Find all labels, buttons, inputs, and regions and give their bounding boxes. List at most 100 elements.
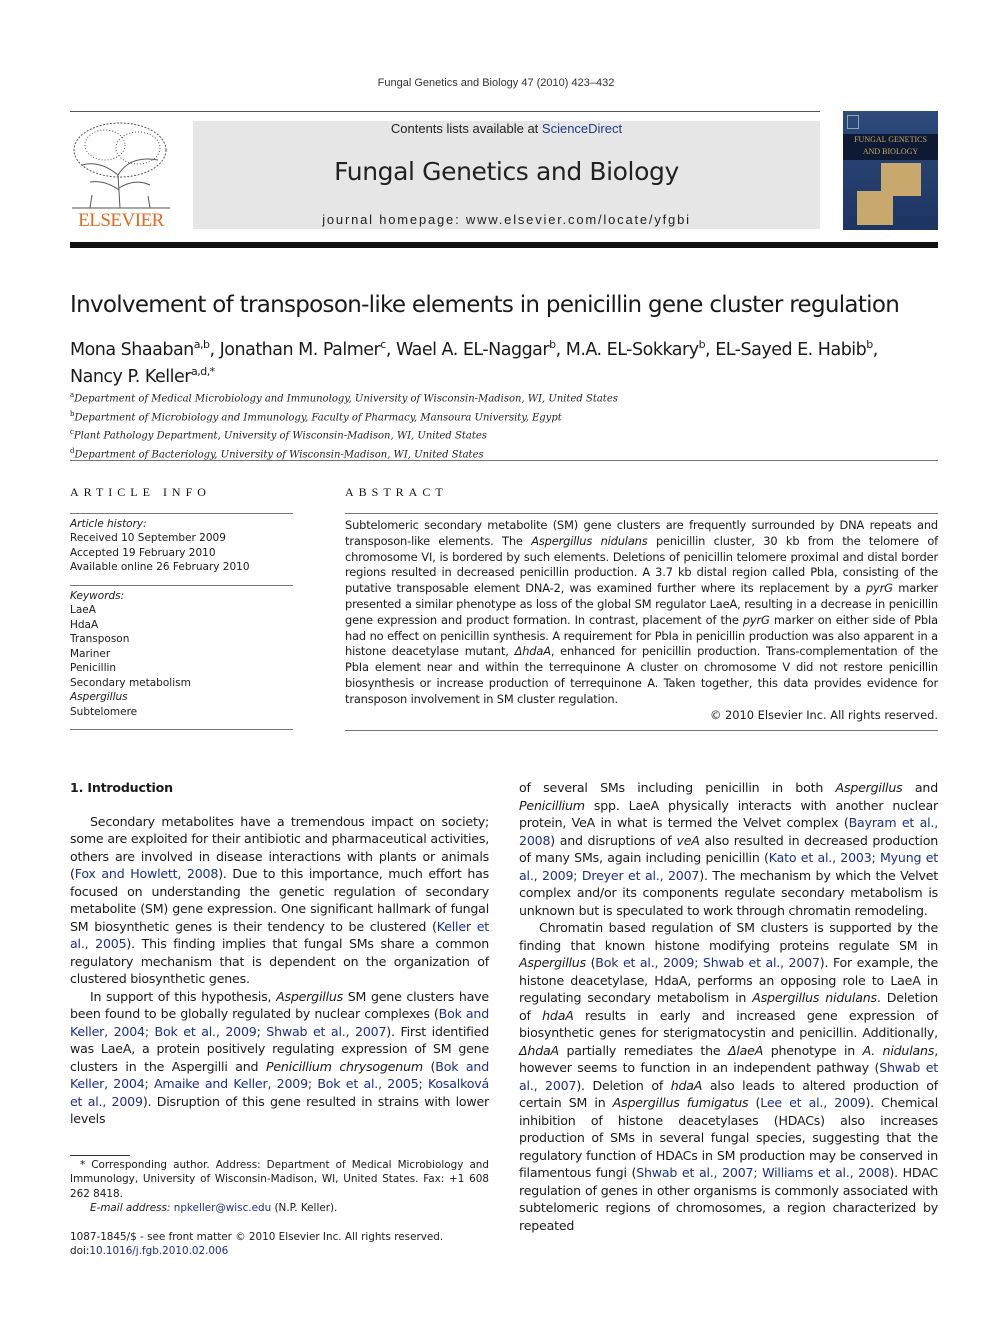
italic-term: ΔhdaA [519, 1042, 559, 1058]
citation-link[interactable]: Bok et al., 2009; Shwab et al., 2007 [595, 955, 820, 970]
journal-homepage-link[interactable]: journal homepage: www.elsevier.com/locat… [193, 212, 820, 227]
elsevier-wordmark: ELSEVIER [78, 210, 164, 231]
divider [70, 584, 293, 586]
author-affiliation-marker[interactable]: a,b [194, 338, 210, 351]
body-column-left: 1. Introduction Secondary metabolites ha… [70, 779, 489, 1128]
cover-picture [857, 191, 893, 225]
front-matter: 1087-1845/$ - see front matter © 2010 El… [70, 1230, 489, 1259]
keywords-list: LaeA HdaA Transposon Mariner Penicillin Secon… [70, 603, 293, 719]
abstract-copyright: © 2010 Elsevier Inc. All rights reserved… [710, 707, 938, 722]
keywords-label: Keywords: [70, 589, 125, 602]
cover-title-line2: AND BIOLOGY [862, 147, 919, 156]
divider [70, 460, 938, 461]
header-rule [70, 111, 820, 112]
author-name[interactable]: M.A. EL-Sokkary [566, 340, 699, 360]
citation-link[interactable]: Shwab et al., 2007 [519, 1060, 938, 1093]
paragraph: of several SMs including penicillin in b… [519, 780, 939, 918]
keyword: HdaA [70, 618, 99, 631]
italic-term: ΔhdaA [514, 644, 551, 659]
body-column-right: of several SMs including penicillin in b… [519, 779, 938, 1234]
keyword: Secondary metabolism [70, 676, 191, 689]
author-name[interactable]: EL-Sayed E. Habib [715, 340, 867, 360]
citation-link[interactable]: Keller et al., 2005 [70, 919, 489, 952]
history-label: Article history: [70, 517, 147, 530]
cover-publisher-icon [847, 115, 859, 129]
citation-link[interactable]: Fox and Howlett, 2008 [75, 866, 219, 881]
italic-term: A. nidulans [862, 1042, 935, 1058]
issn-line: 1087-1845/$ - see front matter © 2010 El… [70, 1231, 444, 1243]
keyword: LaeA [70, 604, 96, 616]
section-heading: 1. Introduction [70, 780, 173, 795]
article-info: ARTICLE INFO Article history: Received 1… [70, 485, 293, 730]
journal-cover-image[interactable]: FUNGAL GENETICS AND BIOLOGY [843, 111, 938, 230]
divider [345, 729, 938, 731]
italic-term: pyrG [742, 612, 770, 627]
citation-link[interactable]: Kato et al., 2003; Myung et al., 2009; D… [519, 850, 938, 883]
abstract-text: Subtelomeric secondary metabolite (SM) g… [345, 518, 939, 706]
email-label: E-mail address: [90, 1201, 171, 1214]
doi-label: doi: [70, 1245, 90, 1258]
email-line: E-mail address: npkeller@wisc.edu (N.P. … [70, 1201, 489, 1215]
divider [345, 513, 938, 514]
affiliation: cPlant Pathology Department, University … [70, 425, 618, 444]
contents-prefix: Contents lists available at [390, 121, 542, 136]
author-name[interactable]: Mona Shaaban [70, 340, 194, 360]
affiliations: aDepartment of Medical Microbiology and … [70, 388, 618, 463]
affiliation-text: Department of Bacteriology, University o… [74, 449, 484, 461]
history-list: Received 10 September 2009 Accepted 19 Fe… [70, 531, 293, 575]
citation-link[interactable]: Shwab et al., 2007; Williams et al., 200… [636, 1165, 889, 1180]
elsevier-tree-icon [70, 120, 172, 210]
cover-title: FUNGAL GENETICS AND BIOLOGY [843, 134, 938, 160]
italic-term: Aspergillus fumigatus [612, 1095, 749, 1110]
italic-term: Penicillium [519, 797, 585, 813]
italic-term: pyrG [865, 581, 893, 596]
email-suffix: (N.P. Keller). [271, 1201, 338, 1214]
author-affiliation-marker[interactable]: a,d,* [191, 365, 215, 378]
italic-term: Aspergillus [276, 988, 344, 1004]
author-affiliation-marker[interactable]: b [549, 338, 556, 351]
italic-term: Aspergillus nidulans [752, 990, 877, 1005]
author-affiliation-marker[interactable]: c [380, 338, 386, 351]
italic-term: hdaA [670, 1077, 703, 1093]
elsevier-logo[interactable]: ELSEVIER [70, 120, 172, 232]
doi-line: doi:10.1016/j.fgb.2010.02.006 [70, 1244, 489, 1258]
divider [70, 729, 293, 730]
author-affiliation-marker[interactable]: b [866, 338, 873, 351]
keyword: Subtelomere [70, 705, 138, 718]
corresponding-author-note: * Corresponding author. Address: Departm… [70, 1159, 489, 1200]
citation-link[interactable]: Bayram et al., 2008 [519, 815, 938, 848]
history-item: Available online 26 February 2010 [70, 561, 250, 573]
footnote-rule [70, 1155, 130, 1156]
footnote: * Corresponding author. Address: Departm… [70, 1158, 489, 1215]
abstract: ABSTRACT Subtelomeric secondary metaboli… [345, 485, 938, 731]
article-title: Involvement of transposon-like elements … [70, 292, 900, 318]
author-name[interactable]: Wael A. EL-Naggar [396, 340, 550, 360]
citation-link[interactable]: Bok and Keller, 2004; Bok et al., 2009; … [70, 1006, 489, 1039]
author-name[interactable]: Nancy P. Keller [70, 367, 191, 387]
italic-term: Aspergillus nidulans [531, 533, 648, 548]
sciencedirect-link[interactable]: ScienceDirect [542, 121, 622, 136]
right-column-text: of several SMs including penicillin in b… [519, 779, 938, 1234]
article-info-heading: ARTICLE INFO [70, 485, 211, 499]
author-affiliation-marker[interactable]: b [699, 338, 706, 351]
italic-term: hdaA [542, 1007, 574, 1023]
paragraph: In support of this hypothesis, Aspergill… [70, 988, 490, 1127]
email-link[interactable]: npkeller@wisc.edu [174, 1202, 271, 1214]
abstract-heading: ABSTRACT [345, 485, 448, 499]
keyword: Aspergillus [70, 691, 128, 703]
citation-link[interactable]: Lee et al., 2009 [760, 1095, 865, 1110]
author-list: Mona Shaabana,b, Jonathan M. Palmerc, Wa… [70, 338, 883, 387]
left-column-text: Secondary metabolites have a tremendous … [70, 813, 489, 1128]
affiliation-text: Department of Medical Microbiology and I… [74, 393, 618, 405]
italic-term: Aspergillus [835, 780, 903, 795]
italic-term: ΔlaeA [727, 1042, 764, 1058]
italic-term: Penicillium chrysogenum [265, 1058, 423, 1074]
affiliation: bDepartment of Microbiology and Immunolo… [70, 407, 618, 426]
doi-link[interactable]: 10.1016/j.fgb.2010.02.006 [89, 1245, 228, 1257]
paragraph: Chromatin based regulation of SM cluster… [519, 920, 938, 1233]
keyword: Mariner [70, 647, 111, 660]
keyword: Penicillin [70, 662, 117, 674]
author-name[interactable]: Jonathan M. Palmer [220, 340, 381, 360]
journal-banner: Contents lists available at ScienceDirec… [193, 121, 820, 229]
keyword: Transposon [70, 633, 130, 645]
